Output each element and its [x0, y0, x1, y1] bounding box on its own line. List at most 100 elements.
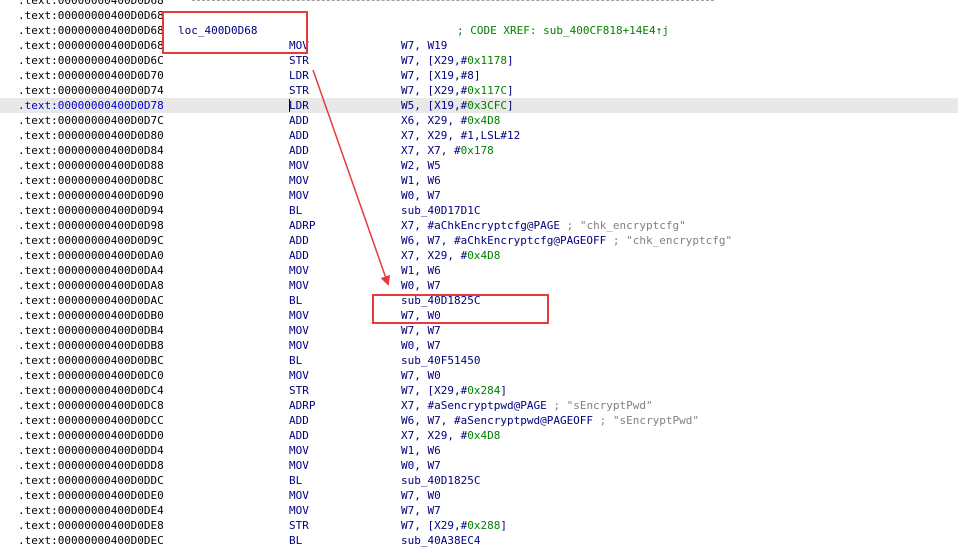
operand-text[interactable]: W7, [X19,#8] [401, 69, 480, 82]
listing-row[interactable]: .text:00000000400D0D74 STR W7, [X29,#0x117… [0, 83, 958, 98]
operand-text[interactable]: W1, W6 [401, 174, 441, 187]
operand-text[interactable]: X7, X29, # [401, 249, 467, 262]
code-label[interactable]: loc_400D0D68 [178, 23, 257, 38]
listing-row[interactable]: .text:00000000400D0DC4 STR W7, [X29,#0x284… [0, 383, 958, 398]
operands[interactable]: W1, W6 [401, 263, 441, 278]
mnemonic[interactable]: MOV [289, 458, 309, 473]
operand-text[interactable]: X7, #aSencryptpwd@PAGE [401, 399, 547, 412]
mnemonic[interactable]: ADD [289, 113, 309, 128]
listing-row[interactable]: .text:00000000400D0DE8 STR W7, [X29,#0x288… [0, 518, 958, 533]
listing-row[interactable]: .text:00000000400D0D84 ADD X7, X7, #0x178 [0, 143, 958, 158]
operands[interactable]: X7, X29, #1,LSL#12 [401, 128, 520, 143]
listing-row[interactable]: .text:00000000400D0D68 MOV W7, W19 [0, 38, 958, 53]
operands[interactable]: W7, [X29,#0x117C] [401, 83, 514, 98]
listing-row[interactable]: .text:00000000400D0DE0 MOV W7, W0 [0, 488, 958, 503]
operands[interactable]: X6, X29, #0x4D8 [401, 113, 500, 128]
listing-row[interactable]: .text:00000000400D0D98 ADRP X7, #aChkEncry… [0, 218, 958, 233]
address[interactable]: .text:00000000400D0D7C [18, 113, 164, 128]
operand-immediate[interactable]: 0x3CFC [467, 99, 507, 112]
listing-row[interactable]: .text:00000000400D0DCC ADD W6, W7, #aSencr… [0, 413, 958, 428]
mnemonic[interactable]: BL [289, 293, 302, 308]
mnemonic[interactable]: BL [289, 353, 302, 368]
address[interactable]: .text:00000000400D0D90 [18, 188, 164, 203]
operand-text[interactable]: W0, W7 [401, 459, 441, 472]
address[interactable]: .text:00000000400D0DB0 [18, 308, 164, 323]
operands[interactable]: W1, W6 [401, 173, 441, 188]
mnemonic[interactable]: STR [289, 83, 309, 98]
operands[interactable]: W0, W7 [401, 458, 441, 473]
mnemonic[interactable]: LDR [289, 68, 309, 83]
listing-row[interactable]: .text:00000000400D0DC0 MOV W7, W0 [0, 368, 958, 383]
listing-row[interactable]: .text:00000000400D0D68 loc_400D0D68 ; CODE… [0, 23, 958, 38]
listing-row[interactable]: .text:00000000400D0DD8 MOV W0, W7 [0, 458, 958, 473]
mnemonic[interactable]: BL [289, 473, 302, 488]
address[interactable]: .text:00000000400D0DD4 [18, 443, 164, 458]
operand-text[interactable]: W7, [X29,# [401, 384, 467, 397]
operand-text[interactable]: X7, X29, #1,LSL#12 [401, 129, 520, 142]
operands[interactable]: sub_40F51450 [401, 353, 480, 368]
listing-row[interactable]: .text:00000000400D0D8C MOV W1, W6 [0, 173, 958, 188]
listing-row[interactable]: .text:00000000400D0DC8 ADRP X7, #aSencrypt… [0, 398, 958, 413]
listing-row[interactable]: .text:00000000400D0DA4 MOV W1, W6 [0, 263, 958, 278]
operands[interactable]: W0, W7 [401, 278, 441, 293]
operand-tail[interactable]: ] [507, 54, 514, 67]
address[interactable]: .text:00000000400D0DCC [18, 413, 164, 428]
address[interactable]: .text:00000000400D0D68 [18, 8, 164, 23]
address[interactable]: .text:00000000400D0DC4 [18, 383, 164, 398]
operands[interactable]: X7, X29, #0x4D8 [401, 428, 500, 443]
disassembly-listing[interactable]: .text:00000000400D0D68 .text:00000000400D… [0, 0, 958, 548]
operand-text[interactable]: W6, W7, #aSencryptpwd@PAGEOFF [401, 414, 593, 427]
operands[interactable]: sub_40D1825C [401, 473, 480, 488]
mnemonic[interactable]: ADD [289, 413, 309, 428]
operands[interactable]: W2, W5 [401, 158, 441, 173]
operands[interactable]: X7, #aChkEncryptcfg@PAGE ; "chk_encryptc… [401, 218, 686, 233]
address[interactable]: .text:00000000400D0DAC [18, 293, 164, 308]
listing-row[interactable]: .text:00000000400D0D68 [0, 8, 958, 23]
operand-text[interactable]: W5, [X19,# [401, 99, 467, 112]
operand-tail[interactable]: ] [500, 519, 507, 532]
operand-text[interactable]: W7, W0 [401, 369, 441, 382]
operand-tail[interactable]: ] [507, 99, 514, 112]
address[interactable]: .text:00000000400D0DA4 [18, 263, 164, 278]
mnemonic[interactable]: MOV [289, 368, 309, 383]
address[interactable]: .text:00000000400D0D70 [18, 68, 164, 83]
operand-text[interactable]: X6, X29, # [401, 114, 467, 127]
listing-row[interactable]: .text:00000000400D0D94 BL sub_40D17D1C [0, 203, 958, 218]
address[interactable]: .text:00000000400D0D88 [18, 158, 164, 173]
operands[interactable]: sub_40A38EC4 [401, 533, 480, 548]
address[interactable]: .text:00000000400D0D84 [18, 143, 164, 158]
listing-row[interactable]: .text:00000000400D0DA8 MOV W0, W7 [0, 278, 958, 293]
operand-tail[interactable]: ] [500, 384, 507, 397]
operand-immediate[interactable]: 0x288 [467, 519, 500, 532]
operand-text[interactable]: W0, W7 [401, 339, 441, 352]
operand-text[interactable]: sub_40D1825C [401, 474, 480, 487]
operands[interactable]: W7, W0 [401, 308, 441, 323]
operand-text[interactable]: W7, W7 [401, 324, 441, 337]
mnemonic[interactable]: MOV [289, 503, 309, 518]
address[interactable]: .text:00000000400D0DE4 [18, 503, 164, 518]
mnemonic[interactable]: MOV [289, 443, 309, 458]
operand-immediate[interactable]: 0x4D8 [467, 249, 500, 262]
listing-row[interactable]: .text:00000000400D0D88 MOV W2, W5 [0, 158, 958, 173]
mnemonic[interactable]: STR [289, 383, 309, 398]
address[interactable]: .text:00000000400D0DD0 [18, 428, 164, 443]
operand-text[interactable]: W1, W6 [401, 444, 441, 457]
listing-row[interactable]: .text:00000000400D0D80 ADD X7, X29, #1,LSL… [0, 128, 958, 143]
operand-immediate[interactable]: 0x284 [467, 384, 500, 397]
address[interactable]: .text:00000000400D0D9C [18, 233, 164, 248]
operand-text[interactable]: W0, W7 [401, 279, 441, 292]
operand-text[interactable]: sub_40D17D1C [401, 204, 480, 217]
listing-row[interactable]: .text:00000000400D0DD0 ADD X7, X29, #0x4D8 [0, 428, 958, 443]
mnemonic[interactable]: ADD [289, 233, 309, 248]
operand-text[interactable]: sub_40A38EC4 [401, 534, 480, 547]
operand-text[interactable]: W7, [X29,# [401, 84, 467, 97]
operands[interactable]: sub_40D17D1C [401, 203, 480, 218]
operands[interactable]: W7, W19 [401, 38, 447, 53]
address[interactable]: .text:00000000400D0D68 [18, 23, 164, 38]
mnemonic[interactable]: MOV [289, 338, 309, 353]
operands[interactable]: W7, [X19,#8] [401, 68, 480, 83]
mnemonic[interactable]: MOV [289, 173, 309, 188]
mnemonic[interactable]: ADD [289, 428, 309, 443]
listing-row[interactable]: .text:00000000400D0D9C ADD W6, W7, #aChkEn… [0, 233, 958, 248]
mnemonic[interactable]: MOV [289, 188, 309, 203]
